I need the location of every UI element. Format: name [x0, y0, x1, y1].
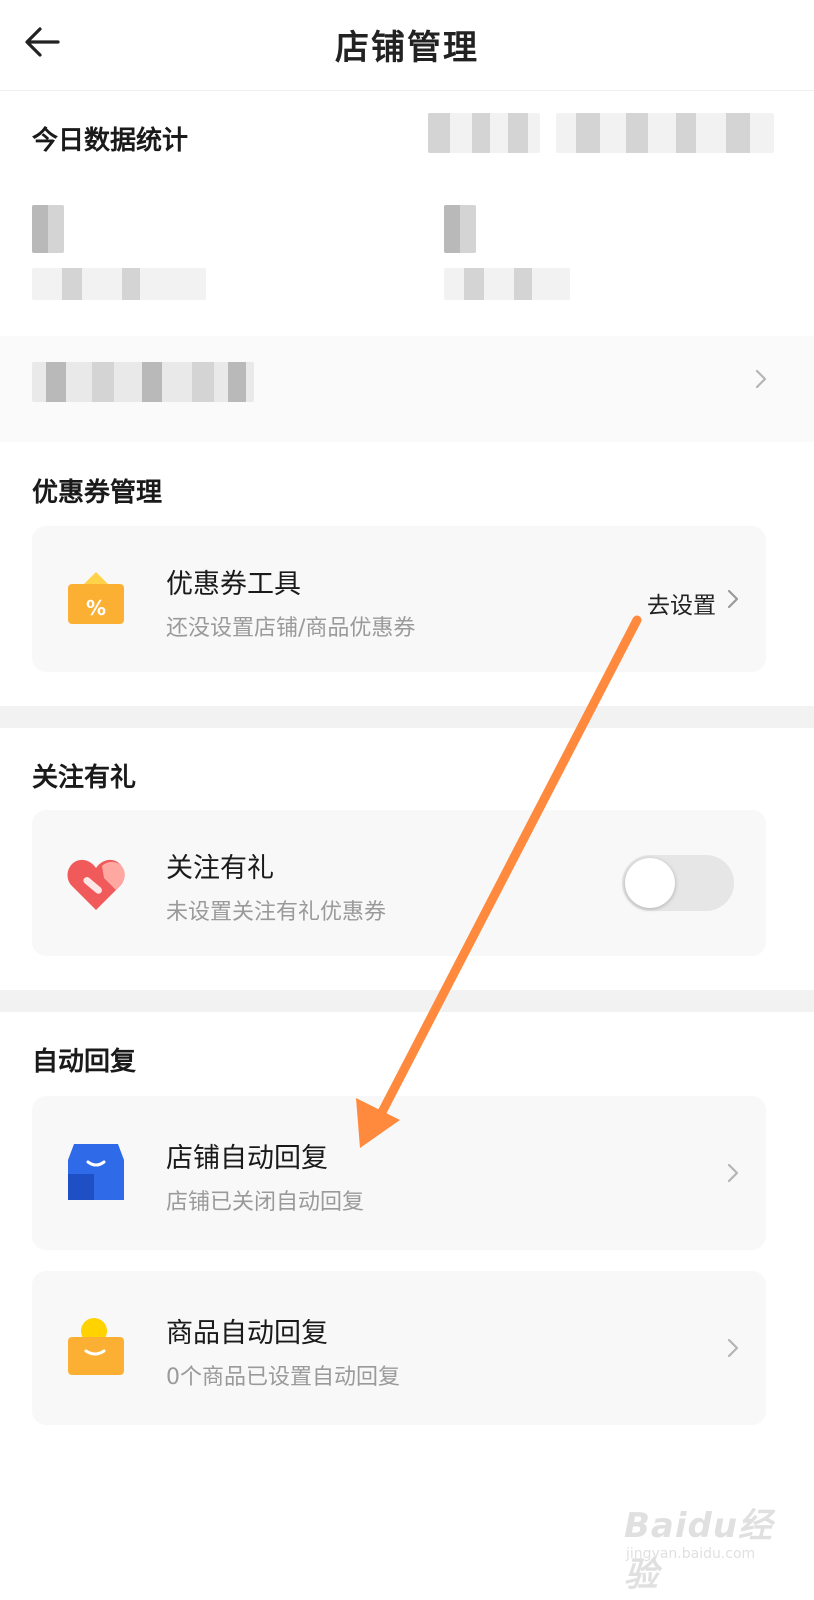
redacted-stats-link-text	[32, 362, 254, 402]
watermark: Baidu经验 jingyan.baidu.com	[624, 1498, 774, 1595]
product-auto-reply-title: 商品自动回复	[166, 1318, 328, 1349]
coupon-icon-glyph: %	[86, 596, 106, 620]
chevron-right-icon	[727, 1338, 739, 1358]
store-auto-reply-title: 店铺自动回复	[166, 1143, 328, 1174]
redacted-stat-value-1	[32, 205, 64, 253]
follow-gift-toggle[interactable]	[622, 855, 734, 911]
product-auto-reply-subtitle: 0个商品已设置自动回复	[166, 1365, 400, 1390]
page-title: 店铺管理	[335, 28, 479, 68]
auto-reply-section-title: 自动回复	[32, 1047, 137, 1077]
follow-card-subtitle: 未设置关注有礼优惠券	[166, 900, 387, 925]
watermark-url: jingyan.baidu.com	[626, 1546, 756, 1562]
coupon-tool-card[interactable]: % 优惠券工具 还没设置店铺/商品优惠券 去设置	[32, 526, 766, 672]
follow-card-title: 关注有礼	[166, 853, 274, 884]
redacted-update-time	[556, 113, 774, 153]
stats-detail-row[interactable]	[0, 336, 814, 442]
redacted-date	[428, 113, 540, 153]
stats-section-title: 今日数据统计	[32, 126, 189, 156]
go-setup-link[interactable]: 去设置	[647, 586, 716, 620]
redacted-stat-label-1	[32, 268, 206, 300]
product-auto-reply-card[interactable]: 商品自动回复 0个商品已设置自动回复	[32, 1271, 766, 1425]
chevron-right-icon	[755, 369, 767, 389]
shopping-bag-icon	[68, 1318, 124, 1375]
top-bar: 店铺管理	[0, 0, 814, 91]
heart-gift-icon	[67, 859, 125, 910]
chevron-right-icon	[727, 1163, 739, 1183]
chevron-right-icon	[727, 589, 739, 609]
toggle-knob	[625, 858, 675, 908]
coupon-section-title: 优惠券管理	[32, 478, 163, 508]
store-auto-reply-subtitle: 店铺已关闭自动回复	[166, 1190, 365, 1215]
coupon-card-title: 优惠券工具	[166, 569, 301, 600]
coupon-icon: %	[68, 572, 124, 624]
coupon-card-subtitle: 还没设置店铺/商品优惠券	[166, 616, 416, 641]
follow-gift-card: 关注有礼 未设置关注有礼优惠券	[32, 810, 766, 956]
store-icon	[68, 1144, 124, 1200]
redacted-stat-value-2	[444, 205, 476, 253]
follow-section-title: 关注有礼	[32, 763, 137, 793]
section-divider	[0, 990, 814, 1012]
redacted-stat-label-2	[444, 268, 570, 300]
store-auto-reply-card[interactable]: 店铺自动回复 店铺已关闭自动回复	[32, 1096, 766, 1250]
section-divider	[0, 706, 814, 728]
